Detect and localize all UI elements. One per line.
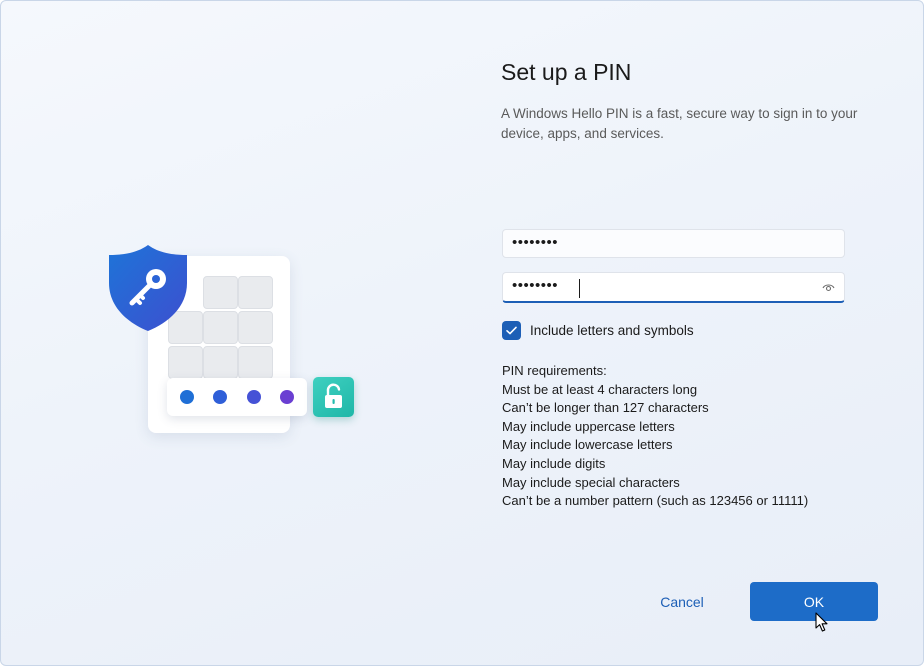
keypad-key [238, 311, 273, 344]
checkmark-icon [506, 326, 517, 335]
mouse-pointer-icon [815, 612, 828, 632]
keypad-key [238, 346, 273, 379]
pin-dot [280, 390, 294, 404]
keypad-key [203, 276, 238, 309]
page-title: Set up a PIN [501, 59, 632, 85]
keypad-key [203, 311, 238, 344]
new-pin-value: •••••••• [512, 234, 559, 251]
pin-requirements: PIN requirements: Must be at least 4 cha… [502, 362, 808, 511]
unlock-icon [313, 377, 354, 417]
text-caret [579, 279, 580, 298]
keypad-key [203, 346, 238, 379]
ok-button[interactable]: OK [750, 582, 878, 621]
new-pin-field[interactable]: •••••••• [502, 229, 845, 258]
requirement-item: Must be at least 4 characters long [502, 381, 698, 397]
requirement-item: May include uppercase letters [502, 418, 675, 434]
eye-icon[interactable] [822, 282, 835, 293]
requirement-item: Can’t be a number pattern (such as 12345… [502, 493, 809, 509]
confirm-pin-value: •••••••• [512, 277, 559, 294]
confirm-pin-field[interactable]: •••••••• [502, 272, 845, 303]
include-letters-label[interactable]: Include letters and symbols [530, 323, 694, 338]
cancel-button[interactable]: Cancel [641, 583, 723, 621]
requirement-item: Can’t be longer than 127 characters [502, 400, 709, 416]
shield-key-icon [109, 245, 187, 331]
requirement-item: May include special characters [502, 474, 680, 490]
pin-illustration [101, 239, 361, 439]
requirement-item: May include digits [502, 455, 606, 471]
include-letters-checkbox[interactable] [502, 321, 521, 340]
keypad-key [238, 276, 273, 309]
pin-dots-bar [167, 378, 307, 416]
page-subtitle: A Windows Hello PIN is a fast, secure wa… [501, 106, 858, 141]
pin-setup-window: Set up a PIN A Windows Hello PIN is a fa… [0, 0, 924, 666]
pin-dot [213, 390, 227, 404]
requirement-item: May include lowercase letters [502, 437, 673, 453]
pin-dot [247, 390, 261, 404]
requirements-heading: PIN requirements: [502, 363, 607, 378]
keypad-key [168, 346, 203, 379]
pin-dot [180, 390, 194, 404]
